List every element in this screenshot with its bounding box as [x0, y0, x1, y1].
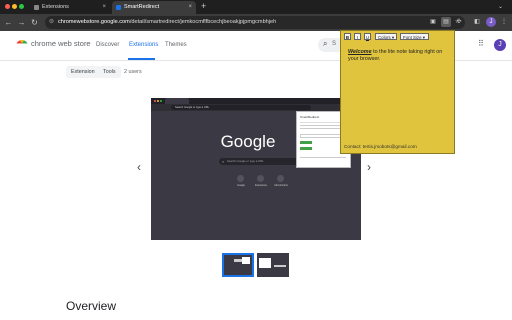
font-size-select[interactable]: Font Size ▾ — [400, 33, 429, 40]
nav-themes[interactable]: Themes — [165, 42, 187, 48]
category-chip-extension[interactable]: Extension — [66, 66, 100, 78]
bold-button[interactable]: B — [344, 33, 351, 40]
nav-extensions[interactable]: Extensions — [129, 42, 158, 48]
menu-icon[interactable]: ⋮ — [499, 17, 509, 27]
thumbnail-popup — [242, 257, 250, 264]
search-icon: ⌕ — [222, 159, 225, 164]
italic-button[interactable]: I — [354, 33, 361, 40]
chevron-right-icon[interactable]: › — [367, 160, 371, 174]
shortcut-label: Extensions — [255, 184, 267, 187]
extension-screenshot: Search Google or type a URL Google Searc… — [151, 98, 361, 240]
address-bar[interactable]: ⊜ chromewebstore.google.com/detail/smart… — [45, 16, 465, 29]
forward-icon[interactable]: → — [16, 17, 27, 28]
chevron-down-icon: ▾ — [422, 35, 425, 40]
category-chip-tools[interactable]: Tools — [98, 66, 121, 78]
chevron-left-icon[interactable]: ‹ — [137, 160, 141, 174]
url-text: chromewebstore.google.com/detail/smartre… — [58, 19, 277, 25]
tab-smartredirect[interactable]: SmartRedirect × — [112, 1, 196, 14]
profile-avatar[interactable]: J — [486, 17, 496, 27]
chrome-web-store-logo[interactable] — [16, 40, 28, 47]
text-line — [300, 128, 340, 129]
toolbar: ← → ↻ ⊜ chromewebstore.google.com/detail… — [0, 14, 512, 31]
popup-title: SmartRedirect — [300, 115, 320, 119]
shortcut-extensions-icon — [257, 175, 264, 182]
tab-label: SmartRedirect — [124, 4, 160, 10]
active-nav-indicator — [128, 58, 155, 60]
note-popup: B I U Colors ▾ Font Size ▾ Welcome to th… — [340, 30, 455, 154]
reload-icon[interactable]: ↻ — [29, 17, 40, 28]
nav-discover[interactable]: Discover — [96, 42, 119, 48]
close-tab-icon[interactable]: × — [188, 1, 192, 14]
note-extension-icon[interactable]: ▤ — [441, 17, 451, 27]
screenshot-omnibox: Search Google or type a URL — [171, 105, 311, 110]
google-logo: Google — [220, 132, 276, 151]
back-icon[interactable]: ← — [3, 17, 14, 28]
puzzle-icon — [34, 5, 39, 10]
window-dot-icon — [160, 100, 162, 102]
tab-bar: Extensions × SmartRedirect × + ⌄ — [0, 0, 512, 14]
thumbnail-panel — [259, 258, 271, 268]
shortcut-label: Google — [237, 184, 245, 187]
thumbnail-2[interactable] — [257, 253, 289, 277]
note-contact: Contact: tertis.jmobots@gmail.com — [344, 144, 417, 149]
account-avatar[interactable]: J — [494, 39, 506, 51]
site-info-icon[interactable]: ⊜ — [49, 16, 54, 29]
shortcut-google-icon — [237, 175, 244, 182]
tab-label: Extensions — [42, 4, 69, 10]
popup-button — [300, 147, 312, 150]
side-panel-icon[interactable]: ◧ — [472, 17, 482, 27]
colors-select[interactable]: Colors ▾ — [375, 33, 397, 40]
search-icon: ⌕ — [323, 39, 328, 48]
thumbnail-1[interactable] — [222, 253, 254, 277]
colors-label: Colors — [378, 35, 391, 40]
add-shortcut-icon — [277, 175, 284, 182]
section-title: Overview — [66, 299, 117, 313]
text-line — [300, 125, 344, 126]
window-dot-icon — [154, 100, 156, 102]
apps-grid-icon[interactable]: ⠿ — [478, 39, 484, 48]
window-dot-icon — [157, 100, 159, 102]
minimize-window-icon[interactable] — [12, 4, 17, 9]
search-label: S — [332, 41, 337, 47]
underline-button[interactable]: U — [364, 33, 371, 40]
chevron-down-icon: ▾ — [391, 35, 395, 40]
font-size-label: Font Size — [403, 35, 422, 40]
user-count: 2 users — [124, 69, 142, 75]
chevron-down-icon[interactable]: ⌄ — [498, 3, 503, 10]
thumbnail-logo — [274, 265, 286, 267]
store-search-box[interactable]: ⌕ S — [318, 38, 342, 52]
text-line — [300, 157, 346, 158]
new-tab-button[interactable]: + — [201, 0, 206, 13]
screenshot-addressbar: Search Google or type a URL — [151, 104, 361, 111]
shortcut-label: Add shortcut — [274, 184, 288, 187]
close-window-icon[interactable] — [5, 4, 10, 9]
welcome-text: Welcome — [348, 49, 372, 55]
note-text-area[interactable]: Welcome to the lite note taking right on… — [348, 49, 450, 63]
popup-button — [300, 141, 312, 144]
extension-icon[interactable]: ▣ — [428, 17, 438, 27]
extension-favicon-icon — [116, 5, 121, 10]
tab-extensions[interactable]: Extensions × — [30, 1, 110, 14]
store-name[interactable]: chrome web store — [31, 39, 91, 48]
close-tab-icon[interactable]: × — [102, 1, 106, 14]
extensions-puzzle-icon[interactable]: ✣ — [454, 17, 464, 27]
maximize-window-icon[interactable] — [19, 4, 24, 9]
